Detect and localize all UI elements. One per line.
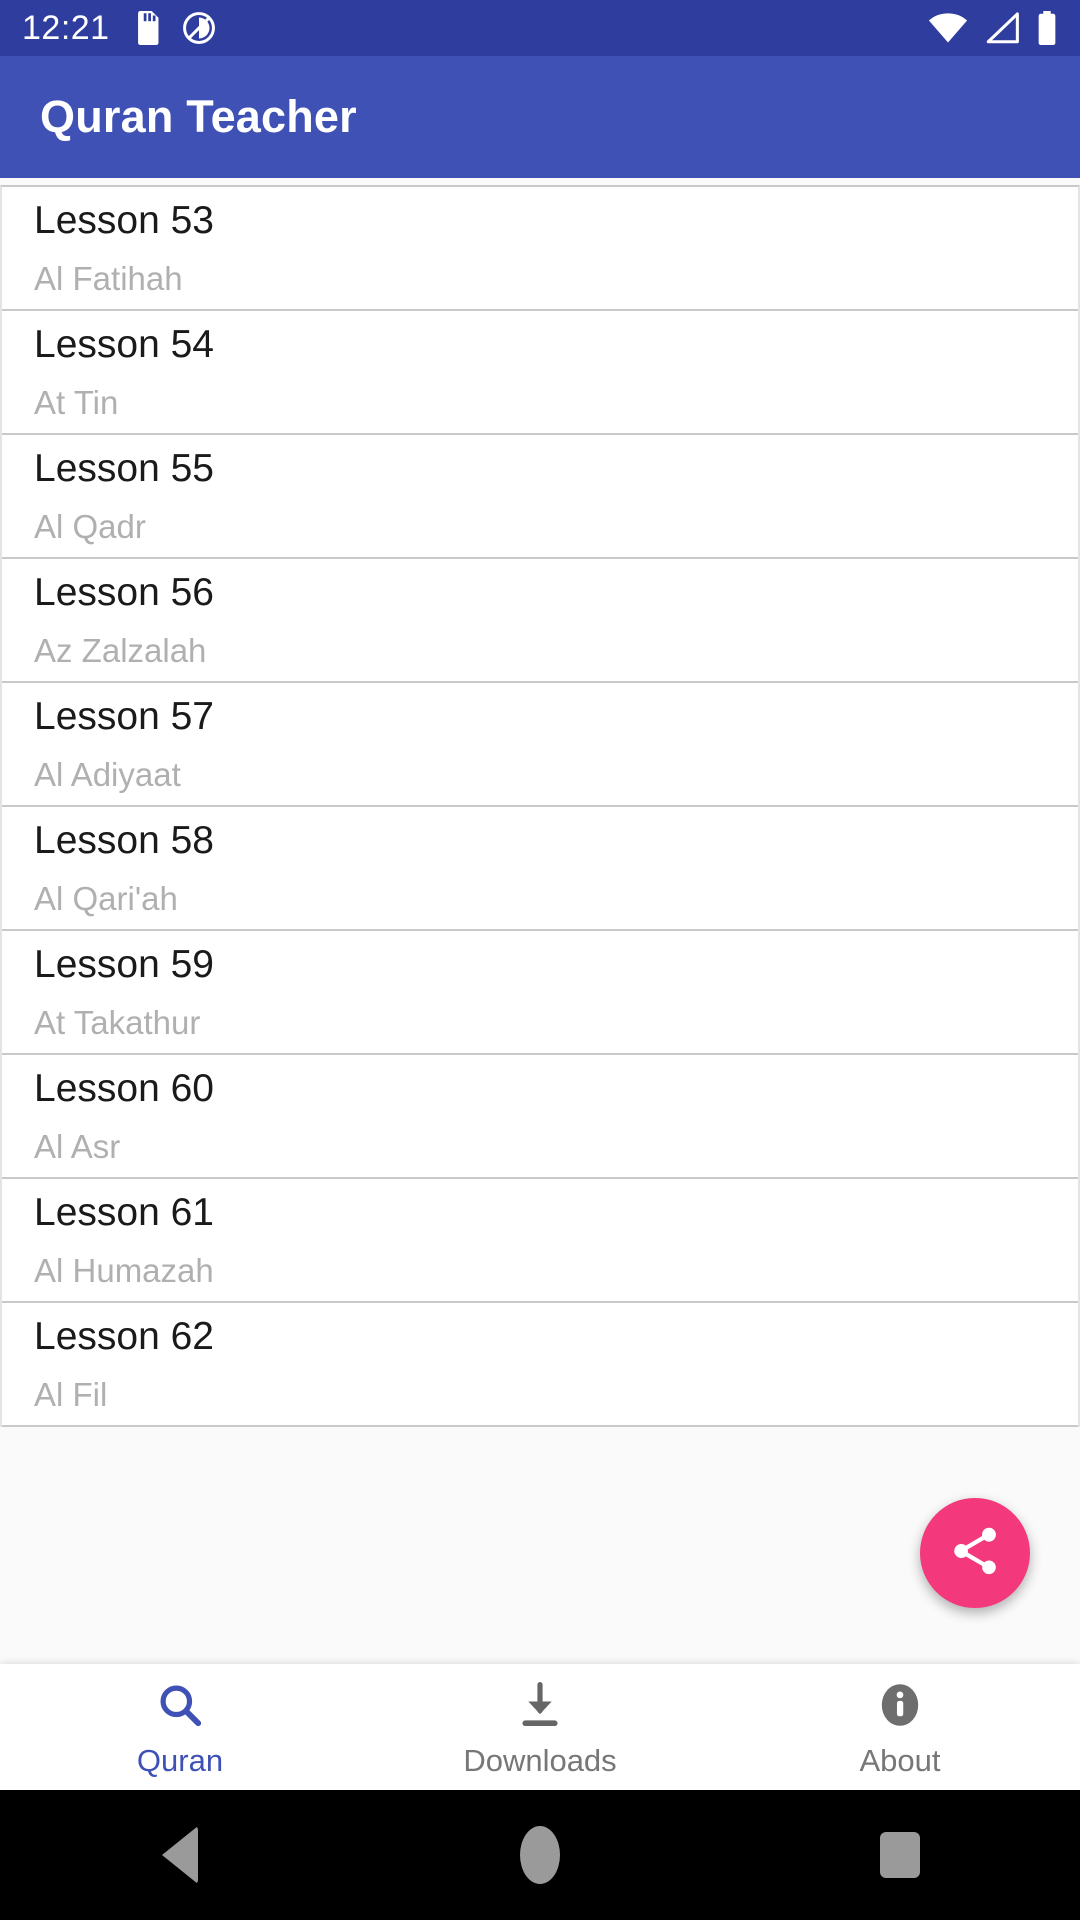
system-navigation-bar	[0, 1790, 1080, 1920]
recents-button[interactable]	[720, 1832, 1080, 1878]
lesson-title: Lesson 61	[34, 1191, 214, 1234]
lesson-subtitle: At Takathur	[34, 1004, 201, 1041]
nav-item-downloads[interactable]: Downloads	[360, 1664, 720, 1790]
search-icon	[154, 1679, 206, 1731]
lesson-title: Lesson 60	[34, 1067, 214, 1110]
lesson-subtitle: Al Adiyaat	[34, 756, 181, 793]
share-icon	[947, 1523, 1003, 1584]
home-circle-icon	[520, 1826, 560, 1884]
lesson-list-item[interactable]: Lesson 54 At Tin	[2, 311, 1078, 435]
lesson-subtitle: Al Qari'ah	[34, 880, 178, 917]
lesson-title: Lesson 55	[34, 447, 214, 490]
lesson-subtitle: Al Fatihah	[34, 260, 183, 297]
lesson-title: Lesson 54	[34, 323, 214, 366]
nav-item-quran[interactable]: Quran	[0, 1664, 360, 1790]
share-fab[interactable]	[920, 1498, 1030, 1608]
nav-label-about: About	[859, 1742, 941, 1778]
lesson-list-item[interactable]: Lesson 55 Al Qadr	[2, 435, 1078, 559]
lesson-subtitle: At Tin	[34, 384, 119, 421]
home-button[interactable]	[360, 1826, 720, 1884]
lesson-list[interactable]: Lesson 53 Al Fatihah Lesson 54 At Tin Lesson…	[0, 185, 1080, 1427]
status-bar-left: 12:21	[22, 11, 216, 45]
do-not-disturb-icon	[182, 11, 216, 45]
info-icon	[874, 1679, 926, 1731]
lesson-list-item[interactable]: Lesson 56 Az Zalzalah	[2, 559, 1078, 683]
recents-square-icon	[880, 1832, 920, 1878]
content-area: Lesson 53 Al Fatihah Lesson 54 At Tin Lesson…	[0, 178, 1080, 1664]
lesson-list-item[interactable]: Lesson 53 Al Fatihah	[2, 187, 1078, 311]
cellular-signal-icon	[984, 12, 1020, 44]
download-icon	[514, 1679, 566, 1731]
lesson-list-item[interactable]: Lesson 61 Al Humazah	[2, 1179, 1078, 1303]
lesson-subtitle: Al Fil	[34, 1376, 108, 1413]
wifi-icon	[928, 12, 968, 44]
back-button[interactable]	[0, 1826, 360, 1884]
app-bar: Quran Teacher	[0, 56, 1080, 178]
back-triangle-icon	[162, 1826, 198, 1884]
sd-card-icon	[132, 11, 160, 45]
lesson-subtitle: Al Asr	[34, 1128, 121, 1165]
lesson-subtitle: Az Zalzalah	[34, 632, 207, 669]
nav-item-about[interactable]: About	[720, 1664, 1080, 1790]
lesson-list-item[interactable]: Lesson 60 Al Asr	[2, 1055, 1078, 1179]
lesson-list-item[interactable]: Lesson 62 Al Fil	[2, 1303, 1078, 1427]
lesson-title: Lesson 62	[34, 1315, 214, 1358]
bottom-navigation: Quran Downloads About	[0, 1664, 1080, 1790]
nav-label-quran: Quran	[136, 1742, 224, 1778]
lesson-list-item[interactable]: Lesson 57 Al Adiyaat	[2, 683, 1078, 807]
lesson-title: Lesson 57	[34, 695, 214, 738]
lesson-list-item[interactable]: Lesson 59 At Takathur	[2, 931, 1078, 1055]
app-title: Quran Teacher	[40, 91, 357, 142]
status-bar-right	[928, 11, 1058, 45]
lesson-title: Lesson 59	[34, 943, 214, 986]
lesson-subtitle: Al Qadr	[34, 508, 146, 545]
battery-icon	[1036, 11, 1058, 45]
lesson-title: Lesson 56	[34, 571, 214, 614]
lesson-title: Lesson 58	[34, 819, 214, 862]
status-bar: 12:21	[0, 0, 1080, 56]
lesson-list-item[interactable]: Lesson 58 Al Qari'ah	[2, 807, 1078, 931]
lesson-title: Lesson 53	[34, 199, 214, 242]
phone-screen: 12:21 Quran Teacher Lesson 53 Al Fatihah…	[0, 0, 1080, 1920]
status-bar-clock: 12:21	[22, 9, 110, 47]
nav-label-downloads: Downloads	[463, 1742, 617, 1778]
lesson-subtitle: Al Humazah	[34, 1252, 214, 1289]
